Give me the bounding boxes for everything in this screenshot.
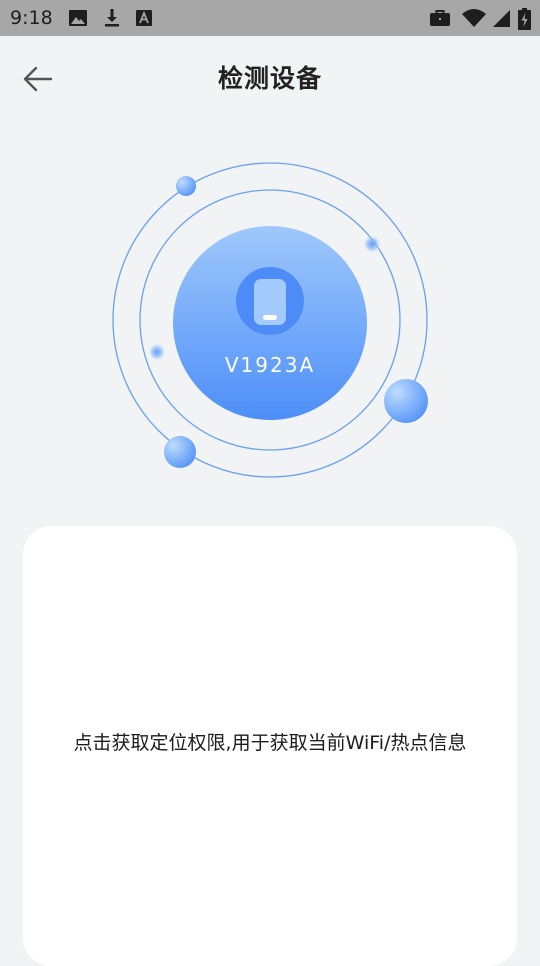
signal-icon xyxy=(493,10,510,27)
orbit-glow-2 xyxy=(148,343,166,361)
orbit-graphic xyxy=(112,162,428,478)
status-bar: 9:18 xyxy=(0,0,540,36)
orbit-ball-3 xyxy=(164,436,196,468)
battery-icon xyxy=(518,8,531,30)
status-time: 9:18 xyxy=(10,7,53,29)
location-permission-message[interactable]: 点击获取定位权限,用于获取当前WiFi/热点信息 xyxy=(23,728,517,758)
device-model-label: V1923A xyxy=(224,353,316,377)
permission-card[interactable]: 点击获取定位权限,用于获取当前WiFi/热点信息 xyxy=(23,526,517,966)
orbit-ball-2 xyxy=(384,379,428,423)
orbit-ball-1 xyxy=(176,176,196,196)
wifi-icon xyxy=(462,9,486,27)
image-icon xyxy=(69,10,87,26)
phone-icon xyxy=(254,279,286,325)
device-illustration: V1923A xyxy=(0,130,540,520)
download-icon xyxy=(105,9,119,27)
briefcase-icon xyxy=(430,10,450,26)
orbit-glow-1 xyxy=(363,235,381,253)
page-title: 检测设备 xyxy=(217,64,322,93)
font-icon xyxy=(136,10,152,26)
